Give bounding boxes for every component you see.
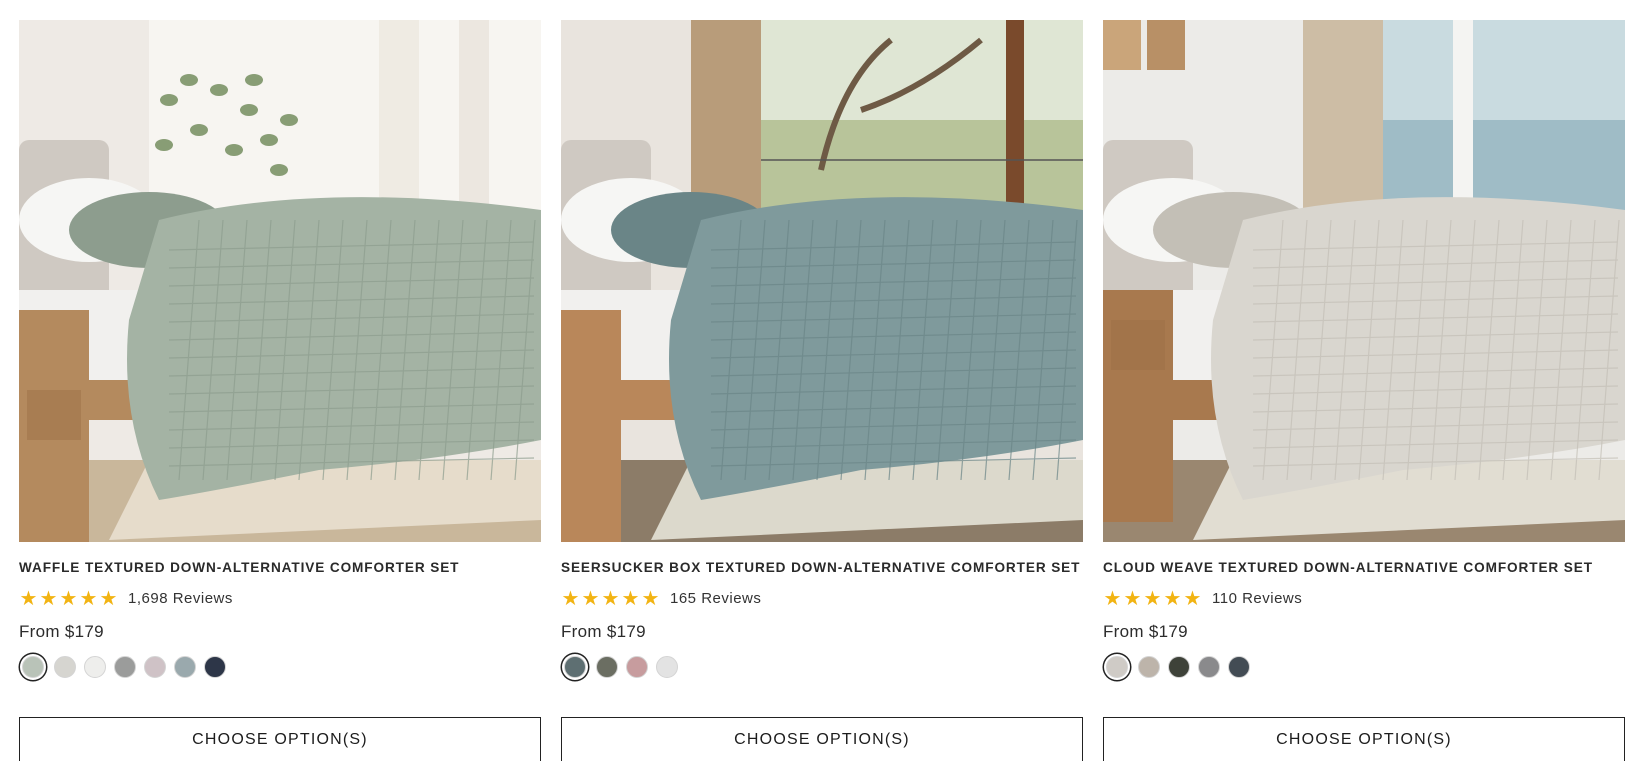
product-price: From $179 xyxy=(561,622,646,641)
reviews-link[interactable]: 165 Reviews xyxy=(670,590,761,607)
star-icon: ★ xyxy=(99,586,118,610)
star-icon: ★ xyxy=(1163,586,1182,610)
choose-options-button[interactable]: CHOOSE OPTION(S) xyxy=(561,717,1083,761)
color-swatch[interactable] xyxy=(114,656,136,678)
color-swatches xyxy=(1103,653,1625,681)
product-rating: ★ ★ ★ ★ ★ 1,698 Reviews xyxy=(19,588,541,608)
star-icon: ★ xyxy=(79,586,98,610)
product-image[interactable] xyxy=(19,20,541,542)
color-swatch[interactable] xyxy=(1228,656,1250,678)
color-swatches xyxy=(561,653,1083,681)
color-swatch[interactable] xyxy=(656,656,678,678)
color-swatch[interactable] xyxy=(564,656,586,678)
star-rating: ★ ★ ★ ★ ★ xyxy=(19,588,118,608)
product-card: SEERSUCKER BOX TEXTURED DOWN-ALTERNATIVE… xyxy=(561,20,1083,761)
star-icon: ★ xyxy=(601,586,620,610)
color-swatch[interactable] xyxy=(54,656,76,678)
bedroom-photo xyxy=(561,20,1083,542)
star-icon: ★ xyxy=(561,586,580,610)
color-swatches xyxy=(19,653,541,681)
star-icon: ★ xyxy=(581,586,600,610)
choose-options-button[interactable]: CHOOSE OPTION(S) xyxy=(19,717,541,761)
product-title[interactable]: CLOUD WEAVE TEXTURED DOWN-ALTERNATIVE CO… xyxy=(1103,560,1625,578)
product-image[interactable] xyxy=(561,20,1083,542)
product-grid: WAFFLE TEXTURED DOWN-ALTERNATIVE COMFORT… xyxy=(0,0,1640,761)
product-title[interactable]: SEERSUCKER BOX TEXTURED DOWN-ALTERNATIVE… xyxy=(561,560,1083,578)
star-rating: ★ ★ ★ ★ ★ xyxy=(561,588,660,608)
product-rating: ★ ★ ★ ★ ★ 110 Reviews xyxy=(1103,588,1625,608)
color-swatch[interactable] xyxy=(1138,656,1160,678)
product-rating: ★ ★ ★ ★ ★ 165 Reviews xyxy=(561,588,1083,608)
product-card: WAFFLE TEXTURED DOWN-ALTERNATIVE COMFORT… xyxy=(19,20,541,761)
bedroom-photo xyxy=(19,20,541,542)
color-swatch[interactable] xyxy=(22,656,44,678)
star-icon: ★ xyxy=(59,586,78,610)
product-price: From $179 xyxy=(1103,622,1188,641)
color-swatch[interactable] xyxy=(84,656,106,678)
color-swatch[interactable] xyxy=(596,656,618,678)
color-swatch[interactable] xyxy=(1198,656,1220,678)
star-rating: ★ ★ ★ ★ ★ xyxy=(1103,588,1202,608)
color-swatch[interactable] xyxy=(144,656,166,678)
bedroom-photo xyxy=(1103,20,1625,542)
color-swatch[interactable] xyxy=(174,656,196,678)
reviews-link[interactable]: 1,698 Reviews xyxy=(128,590,233,607)
color-swatch[interactable] xyxy=(626,656,648,678)
star-icon: ★ xyxy=(1103,586,1122,610)
choose-options-button[interactable]: CHOOSE OPTION(S) xyxy=(1103,717,1625,761)
color-swatch[interactable] xyxy=(1168,656,1190,678)
product-title[interactable]: WAFFLE TEXTURED DOWN-ALTERNATIVE COMFORT… xyxy=(19,560,541,578)
color-swatch[interactable] xyxy=(204,656,226,678)
reviews-link[interactable]: 110 Reviews xyxy=(1212,590,1302,607)
star-icon: ★ xyxy=(1143,586,1162,610)
product-card: CLOUD WEAVE TEXTURED DOWN-ALTERNATIVE CO… xyxy=(1103,20,1625,761)
star-icon: ★ xyxy=(39,586,58,610)
color-swatch[interactable] xyxy=(1106,656,1128,678)
star-icon: ★ xyxy=(621,586,640,610)
star-icon: ★ xyxy=(1123,586,1142,610)
star-icon: ★ xyxy=(19,586,38,610)
star-icon: ★ xyxy=(641,586,660,610)
product-image[interactable] xyxy=(1103,20,1625,542)
product-price: From $179 xyxy=(19,622,104,641)
star-icon: ★ xyxy=(1183,586,1202,610)
